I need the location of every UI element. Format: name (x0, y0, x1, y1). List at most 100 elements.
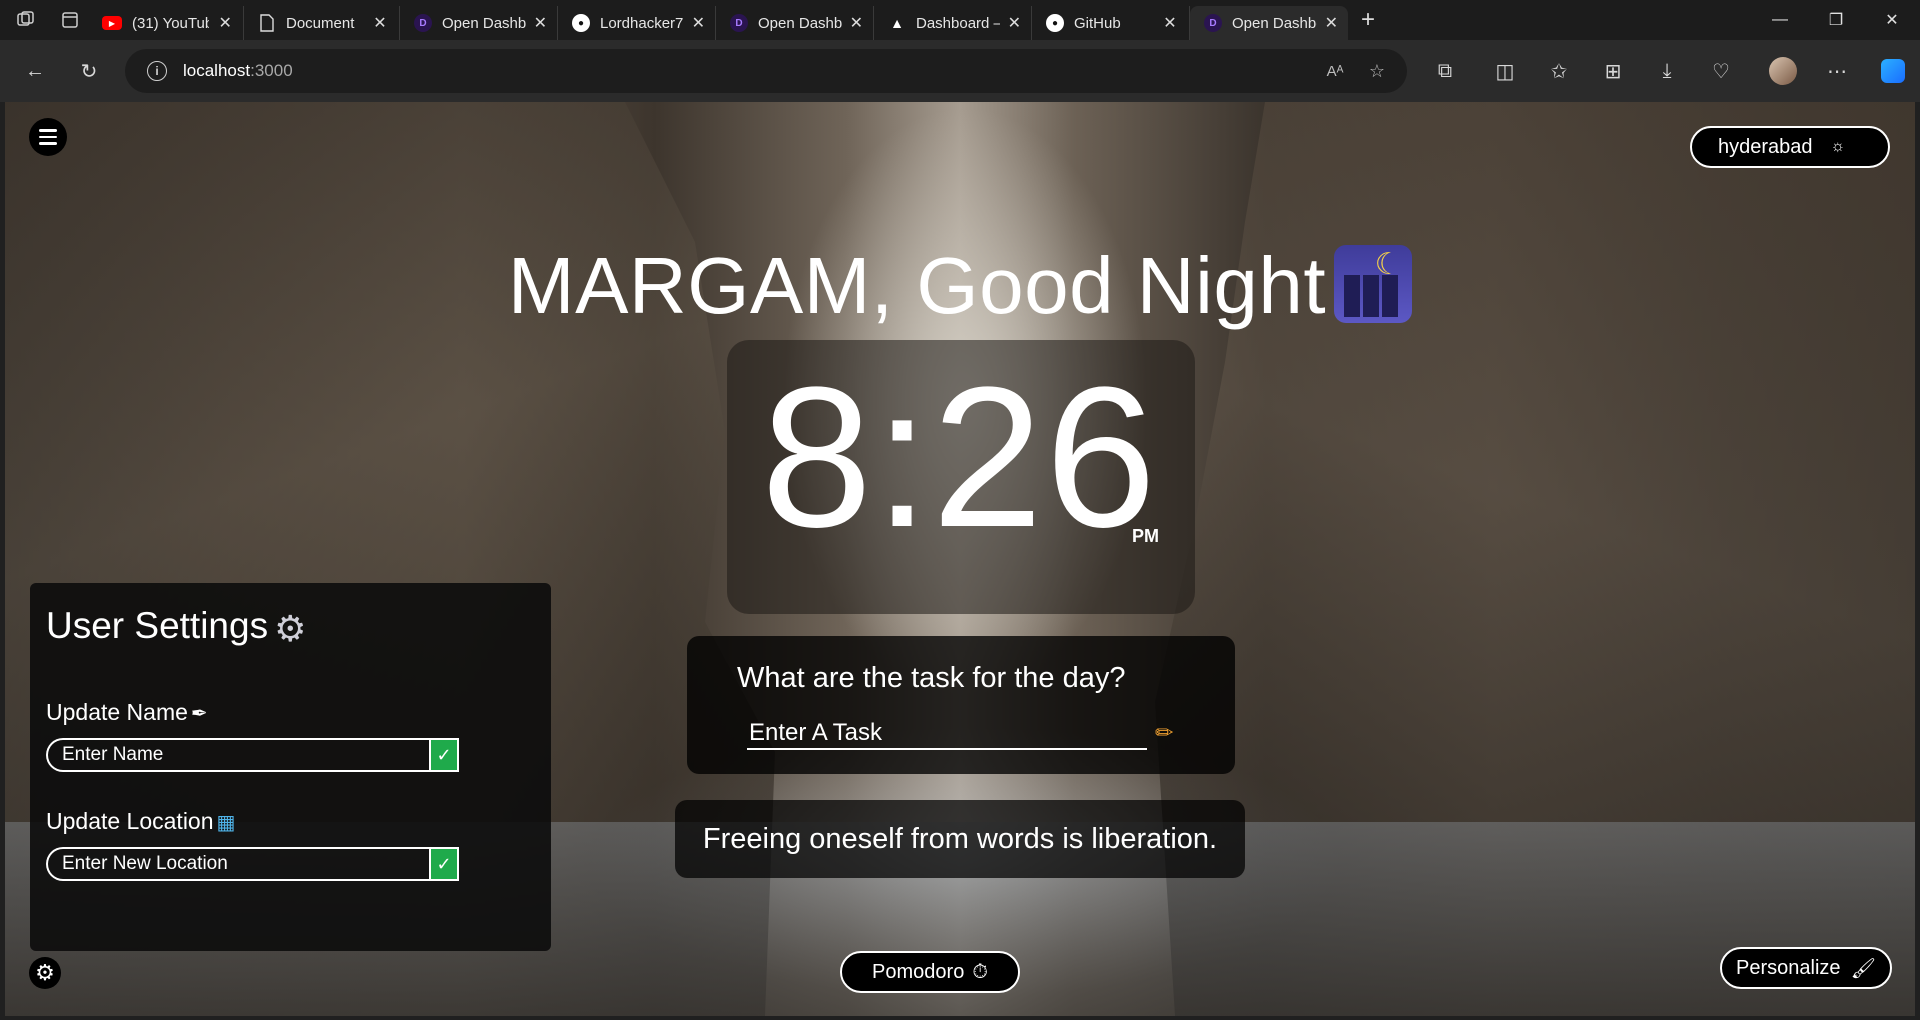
location-input[interactable] (46, 847, 429, 881)
update-location-label: Update Location ▦ (46, 808, 235, 835)
address-url[interactable]: localhost:3000 (183, 61, 293, 81)
menu-line (39, 135, 57, 139)
tab-vercel-dashboard[interactable]: ▲ Dashboard – Ver ✕ (874, 6, 1032, 40)
task-card: What are the task for the day? ✏ (687, 636, 1235, 774)
favorite-star-icon[interactable]: ☆ (1365, 59, 1389, 83)
read-aloud-icon[interactable]: Aᴬ (1323, 59, 1347, 83)
confirm-location-button[interactable]: ✓ (429, 847, 459, 881)
tab-open-dashboard-active[interactable]: D Open Dashboard ✕ (1190, 6, 1348, 40)
new-tab-button[interactable]: + (1348, 0, 1388, 40)
url-port: :3000 (250, 61, 293, 80)
downloads-icon[interactable]: ⤓ (1650, 54, 1684, 88)
split-screen-icon[interactable]: ◫ (1488, 54, 1522, 88)
fountain-pen-icon: ✒ (190, 703, 208, 725)
tab-title: Dashboard – Ver (916, 14, 1000, 32)
refresh-icon[interactable]: ↻ (72, 54, 106, 88)
site-info-icon[interactable]: i (147, 61, 167, 81)
browser-essentials-icon[interactable]: ♡ (1704, 54, 1738, 88)
back-arrow-icon[interactable]: ← (18, 54, 52, 88)
hamburger-menu-button[interactable] (29, 118, 67, 156)
close-icon[interactable]: ✕ (534, 13, 547, 33)
sun-icon: ☼ (1830, 138, 1846, 155)
name-input[interactable] (46, 738, 429, 772)
tab-youtube[interactable]: ▶ (31) YouTube ✕ (88, 6, 244, 40)
tab-title: Document (286, 14, 355, 32)
personalize-button[interactable]: Personalize 🖌 (1720, 947, 1892, 989)
tab-title: Open Dashboard (1232, 14, 1317, 32)
tab-document[interactable]: Document ✕ (244, 6, 400, 40)
greeting-text: MARGAM, Good Night (507, 241, 1327, 330)
tab-github[interactable]: ● GitHub ✕ (1032, 6, 1190, 40)
pomodoro-label: Pomodoro (872, 960, 965, 983)
dashboard-icon: D (730, 14, 748, 32)
close-window-icon[interactable]: ✕ (1864, 0, 1920, 40)
close-icon[interactable]: ✕ (1325, 13, 1338, 33)
tab-title: (31) YouTube (132, 14, 210, 32)
tab-actions-icon[interactable] (52, 0, 88, 40)
tab-github-repo[interactable]: ● Lordhacker756/o ✕ (558, 6, 716, 40)
update-name-label: Update Name ✒ (46, 699, 208, 726)
personalize-label: Personalize (1736, 956, 1841, 979)
url-host: localhost (183, 61, 251, 80)
weather-location-pill[interactable]: hyderabad ☼ (1690, 126, 1890, 168)
close-icon[interactable]: ✕ (1008, 13, 1021, 33)
address-bar[interactable]: i localhost:3000 Aᴬ ☆ (125, 49, 1407, 93)
menu-line (39, 142, 57, 145)
task-input[interactable] (747, 718, 1147, 750)
vercel-icon: ▲ (890, 15, 904, 31)
gear-icon: ⚙ (274, 608, 307, 649)
profile-avatar[interactable] (1766, 54, 1800, 88)
quote-card: Freeing oneself from words is liberation… (675, 800, 1245, 878)
quote-text: Freeing oneself from words is liberation… (702, 822, 1218, 855)
settings-title-text: User Settings (46, 605, 269, 646)
copilot-icon[interactable] (1876, 54, 1910, 88)
tab-title: Open Dashboard (758, 14, 842, 32)
user-settings-panel: User Settings⚙ Update Name✒ ✓ Update Loc… (30, 583, 551, 951)
dashboard-icon: D (1204, 14, 1222, 32)
menu-line (39, 129, 57, 132)
tab-title: Lordhacker756/o (600, 14, 684, 32)
close-icon[interactable]: ✕ (692, 13, 705, 33)
clock-ampm: PM (1132, 526, 1159, 546)
extensions-icon[interactable]: ⧉ (1428, 54, 1462, 88)
restore-icon[interactable]: ❐ (1808, 0, 1864, 40)
dashboard-page: hyderabad ☼ MARGAM, Good Night 8:26 PM W… (5, 102, 1915, 1016)
document-icon (258, 14, 276, 32)
confirm-name-button[interactable]: ✓ (429, 738, 459, 772)
pencil-icon: ✏ (1155, 720, 1174, 745)
settings-title: User Settings ⚙ (46, 605, 310, 647)
paintbrush-icon: 🖌 (1850, 957, 1876, 980)
update-name-label-text: Update Name (46, 699, 188, 725)
github-icon: ● (1046, 14, 1064, 32)
close-icon[interactable]: ✕ (1161, 13, 1179, 33)
settings-gear-button[interactable]: ⚙ (29, 957, 61, 989)
update-location-label-text: Update Location (46, 808, 214, 834)
clock-card: 8:26 PM (727, 340, 1195, 614)
tab-open-dashboard[interactable]: D Open Dashboard ✕ (400, 6, 558, 40)
window-controls: — ❐ ✕ (1752, 0, 1920, 40)
pomodoro-button[interactable]: Pomodoro ⏱ (840, 951, 1020, 993)
tab-open-dashboard[interactable]: D Open Dashboard ✕ (716, 6, 874, 40)
task-question: What are the task for the day? (737, 662, 1126, 694)
favorites-icon[interactable]: ✩ (1542, 54, 1576, 88)
browser-toolbar: ← ↻ i localhost:3000 Aᴬ ☆ ⧉ ◫ ✩ ⊞ ⤓ ♡ ⋯ (0, 40, 1920, 102)
update-location-field: ✓ (46, 847, 459, 881)
close-icon[interactable]: ✕ (850, 13, 863, 33)
clock-time: 8:26 (761, 346, 1159, 569)
stopwatch-icon: ⏱ (972, 960, 988, 983)
greeting-heading: MARGAM, Good Night (5, 240, 1915, 332)
youtube-icon: ▶ (102, 16, 122, 30)
minimize-icon[interactable]: — (1752, 0, 1808, 40)
workspaces-icon[interactable] (0, 0, 52, 40)
close-icon[interactable]: ✕ (217, 13, 233, 33)
weather-location: hyderabad (1718, 135, 1813, 158)
night-city-icon (1334, 245, 1413, 323)
dashboard-icon: D (414, 14, 432, 32)
browser-tab-strip: ▶ (31) YouTube ✕ Document ✕ D Open Dashb… (0, 0, 1920, 40)
map-icon: ▦ (216, 812, 236, 834)
github-icon: ● (572, 14, 590, 32)
more-options-icon[interactable]: ⋯ (1820, 54, 1854, 88)
close-icon[interactable]: ✕ (371, 13, 389, 33)
collections-icon[interactable]: ⊞ (1596, 54, 1630, 88)
tab-title: Open Dashboard (442, 14, 526, 32)
